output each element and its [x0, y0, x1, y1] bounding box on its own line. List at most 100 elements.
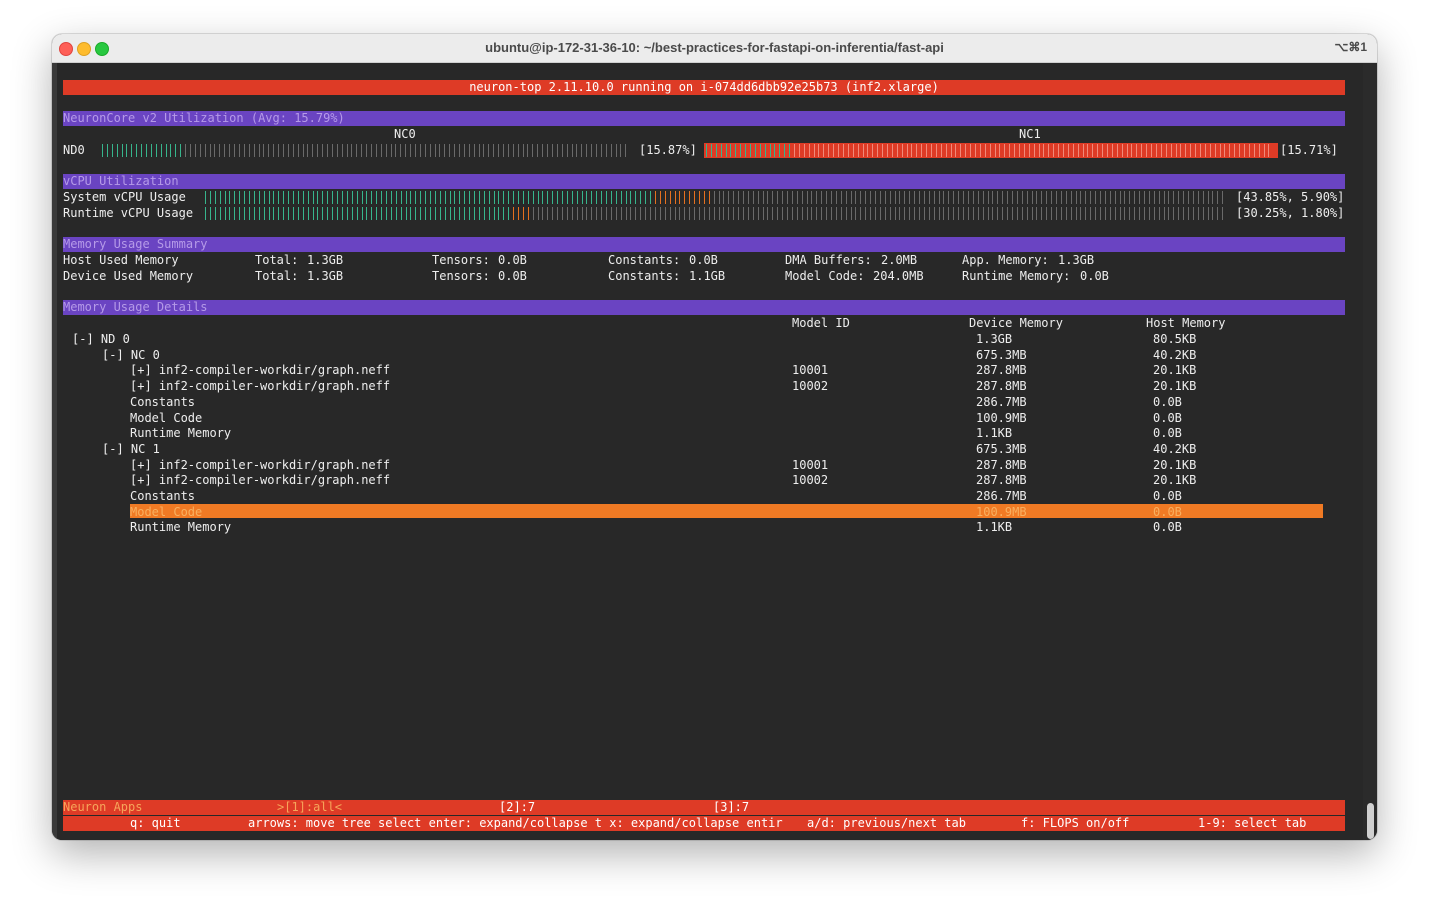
utilization-tick	[1107, 144, 1109, 157]
utilization-tick	[522, 144, 524, 157]
utilization-tick	[664, 207, 666, 220]
utilization-tick	[302, 191, 304, 204]
utilization-tick	[493, 207, 495, 220]
utilization-tick	[1082, 144, 1084, 157]
host-memory-cell: 40.2KB	[1153, 347, 1197, 362]
utilization-tick	[953, 207, 955, 220]
utilization-tick	[816, 191, 818, 204]
utilization-tick	[679, 207, 681, 220]
tab-3[interactable]: [3]:7	[713, 800, 749, 815]
utilization-tick	[468, 144, 470, 157]
utilization-tick	[341, 207, 343, 220]
utilization-tick	[948, 207, 950, 220]
utilization-tick	[248, 144, 250, 157]
utilization-tick	[508, 191, 510, 204]
utilization-tick	[789, 144, 791, 157]
tree-node-label[interactable]: Runtime Memory	[130, 426, 231, 441]
help-quit: q: quit	[130, 816, 181, 830]
tab-2[interactable]: [2]:7	[499, 800, 535, 815]
utilization-tick	[625, 144, 627, 157]
utilization-tick	[821, 207, 823, 220]
device-runtime-value: 0.0B	[1080, 269, 1109, 283]
utilization-tick	[870, 191, 872, 204]
tree-node-label[interactable]: [-] NC 0	[102, 348, 160, 363]
utilization-tick	[596, 191, 598, 204]
utilization-tick	[1222, 207, 1224, 220]
utilization-tick	[1129, 191, 1131, 204]
help-tab-nav: a/d: previous/next tab	[807, 816, 966, 830]
tree-node-label[interactable]: [+] inf2-compiler-workdir/graph.neff	[130, 473, 390, 488]
utilization-tick	[337, 191, 339, 204]
utilization-tick	[263, 207, 265, 220]
utilization-tick	[346, 207, 348, 220]
utilization-tick	[725, 144, 727, 157]
utilization-tick	[317, 191, 319, 204]
utilization-tick	[813, 144, 815, 157]
utilization-tick	[405, 144, 407, 157]
utilization-tick	[762, 207, 764, 220]
utilization-tick	[1209, 144, 1211, 157]
utilization-tick	[551, 144, 553, 157]
utilization-tick	[234, 207, 236, 220]
tree-node-label[interactable]: Model Code	[130, 505, 202, 520]
utilization-tick	[921, 144, 923, 157]
vertical-scrollbar[interactable]	[1363, 63, 1377, 840]
utilization-tick	[745, 144, 747, 157]
utilization-tick	[694, 207, 696, 220]
utilization-tick	[774, 144, 776, 157]
utilization-tick	[380, 144, 382, 157]
utilization-tick	[596, 207, 598, 220]
utilization-tick	[1097, 144, 1099, 157]
utilization-tick	[803, 144, 805, 157]
tree-node-label[interactable]: [+] inf2-compiler-workdir/graph.neff	[130, 379, 390, 394]
utilization-tick	[293, 207, 295, 220]
tree-node-label[interactable]: Runtime Memory	[130, 520, 231, 535]
utilization-tick	[498, 191, 500, 204]
tree-node-label[interactable]: Constants	[130, 395, 195, 410]
host-dma-label: DMA Buffers:	[785, 253, 872, 267]
utilization-tick	[424, 144, 426, 157]
utilization-tick	[307, 144, 309, 157]
utilization-tick	[444, 191, 446, 204]
tree-node-label[interactable]: [+] inf2-compiler-workdir/graph.neff	[130, 363, 390, 378]
title-bar: ubuntu@ip-172-31-36-10: ~/best-practices…	[52, 34, 1377, 63]
utilization-tick	[923, 191, 925, 204]
utilization-tick	[806, 207, 808, 220]
utilization-tick	[434, 207, 436, 220]
runtime-vcpu-label: Runtime vCPU Usage	[63, 206, 194, 220]
scrollbar-thumb[interactable]	[1367, 803, 1374, 839]
utilization-tick	[273, 207, 275, 220]
utilization-tick	[1055, 207, 1057, 220]
utilization-tick	[718, 191, 720, 204]
utilization-tick	[449, 207, 451, 220]
utilization-tick	[1080, 191, 1082, 204]
utilization-tick	[1041, 191, 1043, 204]
utilization-tick	[253, 191, 255, 204]
utilization-tick	[779, 144, 781, 157]
utilization-tick	[808, 144, 810, 157]
utilization-tick	[772, 191, 774, 204]
device-code-value: 204.0MB	[873, 269, 924, 283]
tab-1[interactable]: >[1]:all<	[277, 800, 342, 815]
tree-node-label[interactable]: Constants	[130, 489, 195, 504]
utilization-tick	[366, 144, 368, 157]
utilization-tick	[777, 207, 779, 220]
tree-node-label[interactable]: Model Code	[130, 411, 202, 426]
utilization-tick	[640, 191, 642, 204]
utilization-tick	[977, 207, 979, 220]
tree-node-label[interactable]: [-] ND 0	[72, 332, 130, 347]
utilization-tick	[219, 144, 221, 157]
utilization-tick	[341, 191, 343, 204]
tree-node-label[interactable]: [+] inf2-compiler-workdir/graph.neff	[130, 458, 390, 473]
nc1-label: NC1	[1019, 127, 1041, 141]
utilization-tick	[420, 207, 422, 220]
tree-node-label[interactable]: [-] NC 1	[102, 442, 160, 457]
terminal-content[interactable]: neuron-top 2.11.10.0 running on i-074dd6…	[52, 63, 1377, 840]
utilization-tick	[640, 207, 642, 220]
utilization-tick	[1058, 144, 1060, 157]
utilization-tick	[855, 191, 857, 204]
utilization-tick	[1031, 191, 1033, 204]
utilization-tick	[429, 144, 431, 157]
utilization-tick	[967, 207, 969, 220]
utilization-tick	[757, 207, 759, 220]
